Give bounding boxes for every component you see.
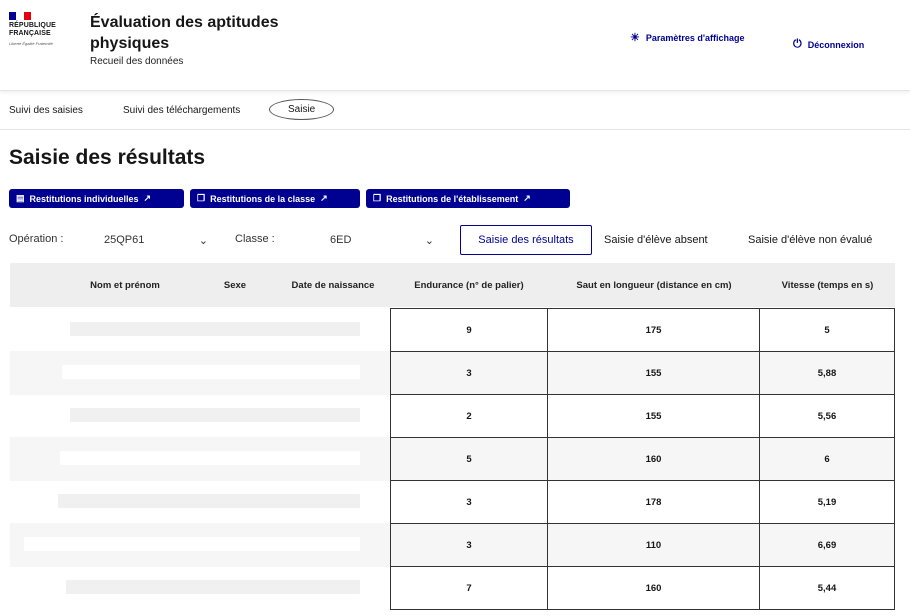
- table-header: Nom et prénom Sexe Date de naissance End…: [10, 263, 895, 307]
- table-row: 3 110 6,69: [10, 523, 895, 567]
- restitutions-etablissement-button[interactable]: ❐ Restitutions de l'établissement ↗: [366, 189, 570, 208]
- redacted-name: [66, 580, 360, 594]
- table-row: 7 160 5,44: [10, 566, 895, 610]
- saut-input[interactable]: 110: [547, 523, 760, 567]
- nav-saisie[interactable]: Saisie: [269, 99, 335, 120]
- column-header-vitesse: Vitesse (temps en s): [781, 279, 874, 291]
- nav-suivi-saisies[interactable]: Suivi des saisies: [9, 105, 83, 116]
- redacted-name: [58, 494, 360, 508]
- nav-suivi-telechargements[interactable]: Suivi des téléchargements: [123, 105, 240, 116]
- tab-eleve-non-evalue[interactable]: Saisie d'élève non évalué: [740, 225, 902, 255]
- redacted-name: [24, 537, 360, 551]
- logout-icon: ⏻: [793, 38, 802, 50]
- redacted-name: [70, 408, 360, 422]
- vitesse-input[interactable]: 5,88: [759, 351, 895, 395]
- logo-motto: Liberté Égalité Fraternité: [9, 41, 53, 46]
- endurance-input[interactable]: 3: [390, 480, 548, 524]
- restitutions-etablissement-label: Restitutions de l'établissement: [386, 193, 519, 204]
- french-flag-icon: [9, 12, 31, 20]
- app-subtitle: Recueil des données: [90, 56, 184, 67]
- redacted-name: [60, 451, 360, 465]
- site-header: RÉPUBLIQUE FRANÇAISE Liberté Égalité Fra…: [0, 0, 910, 91]
- classe-label: Classe :: [235, 233, 275, 245]
- external-link-icon: ↗: [143, 193, 152, 203]
- table-row: 2 155 5,56: [10, 394, 895, 438]
- operation-value: 25QP61: [104, 234, 145, 246]
- filter-bar: Opération : 25QP61 ⌄ Classe : 6ED ⌄ Sais…: [0, 222, 910, 258]
- saut-input[interactable]: 178: [547, 480, 760, 524]
- display-settings-button[interactable]: ☀ Paramètres d'affichage: [630, 31, 745, 44]
- classe-value: 6ED: [330, 234, 352, 246]
- logo-text: RÉPUBLIQUE FRANÇAISE: [9, 22, 56, 37]
- saut-input[interactable]: 160: [547, 566, 760, 610]
- endurance-input[interactable]: 2: [390, 394, 548, 438]
- operation-label: Opération :: [9, 233, 64, 245]
- saut-input[interactable]: 155: [547, 351, 760, 395]
- restitutions-individuelles-button[interactable]: ▤ Restitutions individuelles ↗: [9, 189, 184, 208]
- endurance-input[interactable]: 7: [390, 566, 548, 610]
- endurance-input[interactable]: 3: [390, 351, 548, 395]
- external-link-icon: ↗: [320, 193, 328, 203]
- vitesse-input[interactable]: 5: [759, 308, 895, 352]
- chevron-down-icon: ⌄: [198, 234, 208, 247]
- redacted-name: [62, 365, 360, 379]
- table-row: 5 160 6: [10, 437, 895, 481]
- logout-button[interactable]: ⏻ Déconnexion: [793, 38, 864, 51]
- vitesse-input[interactable]: 5,19: [759, 480, 895, 524]
- table-row: 3 155 5,88: [10, 351, 895, 395]
- redacted-name: [70, 322, 360, 336]
- sun-icon: ☀: [630, 32, 640, 44]
- main-nav: Suivi des saisies Suivi des téléchargeme…: [0, 97, 910, 130]
- restitutions-individuelles-label: Restitutions individuelles: [29, 193, 139, 204]
- endurance-input[interactable]: 9: [390, 308, 548, 352]
- vitesse-input[interactable]: 5,56: [759, 394, 895, 438]
- restitutions-classe-label: Restitutions de la classe: [210, 193, 316, 204]
- table-row: 9 175 5: [10, 308, 895, 352]
- chevron-down-icon: ⌄: [424, 234, 434, 247]
- republique-logo[interactable]: RÉPUBLIQUE FRANÇAISE Liberté Égalité Fra…: [9, 12, 69, 46]
- logout-label: Déconnexion: [807, 39, 865, 50]
- saut-input[interactable]: 175: [547, 308, 760, 352]
- app-title: Évaluation des aptitudes physiques: [90, 14, 279, 52]
- page-title: Saisie des résultats: [9, 146, 206, 169]
- restitutions-classe-button[interactable]: ❐ Restitutions de la classe ↗: [190, 189, 360, 208]
- saut-input[interactable]: 155: [547, 394, 760, 438]
- tab-eleve-absent[interactable]: Saisie d'élève absent: [596, 225, 732, 255]
- saut-input[interactable]: 160: [547, 437, 760, 481]
- table-row: 3 178 5,19: [10, 480, 895, 524]
- endurance-input[interactable]: 5: [390, 437, 548, 481]
- vitesse-input[interactable]: 6: [759, 437, 895, 481]
- classe-select[interactable]: 6ED ⌄: [318, 225, 442, 255]
- column-header-date-naissance: Date de naissance: [291, 279, 375, 291]
- operation-select[interactable]: 25QP61 ⌄: [92, 225, 216, 255]
- document-icon: ▤: [16, 193, 25, 203]
- display-settings-label: Paramètres d'affichage: [645, 32, 745, 43]
- external-link-icon: ↗: [523, 193, 531, 203]
- column-header-endurance: Endurance (n° de palier): [414, 279, 524, 291]
- copy-icon: ❐: [197, 193, 206, 203]
- column-header-saut: Saut en longueur (distance en cm): [576, 279, 732, 291]
- vitesse-input[interactable]: 6,69: [759, 523, 895, 567]
- endurance-input[interactable]: 3: [390, 523, 548, 567]
- column-header-sexe: Sexe: [223, 279, 247, 291]
- copy-icon: ❐: [373, 193, 382, 203]
- column-header-nom: Nom et prénom: [90, 279, 160, 291]
- vitesse-input[interactable]: 5,44: [759, 566, 895, 610]
- tab-saisie-resultats[interactable]: Saisie des résultats: [460, 225, 592, 255]
